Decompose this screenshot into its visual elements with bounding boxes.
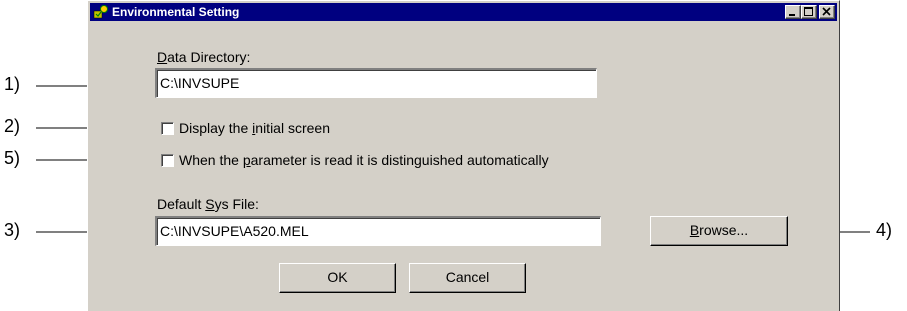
callout-3: 3) xyxy=(4,220,21,240)
minimize-icon xyxy=(789,14,795,16)
browse-accesskey: B xyxy=(689,222,700,238)
callout-1: 1) xyxy=(4,74,21,94)
ok-button[interactable]: OK xyxy=(279,263,396,293)
auto-distinguish-checkbox[interactable] xyxy=(161,154,174,167)
sys-file-input[interactable]: C:\INVSUPE\A520.MEL xyxy=(155,216,601,246)
browse-label: rowse... xyxy=(699,222,749,238)
auto-distinguish-label-b: arameter is read it is distinguished aut… xyxy=(250,152,549,168)
auto-distinguish-label[interactable]: When the parameter is read it is disting… xyxy=(179,152,549,168)
maximize-button[interactable] xyxy=(801,5,817,19)
close-button[interactable] xyxy=(819,5,835,19)
maximize-icon xyxy=(804,7,813,16)
data-directory-label-text: ata Directory: xyxy=(167,49,251,65)
data-directory-input[interactable]: C:\INVSUPE xyxy=(155,68,597,98)
data-directory-label: Data Directory: xyxy=(157,49,250,65)
minimize-button[interactable] xyxy=(785,5,801,19)
browse-button[interactable]: Browse... xyxy=(650,216,788,246)
title-bar[interactable]: Environmental Setting xyxy=(90,3,837,21)
app-icon xyxy=(93,5,108,19)
callout-4: 4) xyxy=(876,220,893,240)
initial-screen-label[interactable]: Display the initial screen xyxy=(179,120,330,136)
close-icon xyxy=(822,7,831,16)
sys-file-label-b: ys File: xyxy=(214,196,259,212)
initial-screen-label-a: Display the xyxy=(179,120,253,136)
initial-screen-checkbox[interactable] xyxy=(161,122,174,135)
sys-file-label: Default Sys File: xyxy=(157,196,259,212)
sys-file-label-a: Default xyxy=(157,196,206,212)
callout-2: 2) xyxy=(4,116,21,136)
callout-5: 5) xyxy=(4,148,21,168)
window-title: Environmental Setting xyxy=(112,5,240,19)
sys-file-accesskey: S xyxy=(205,196,215,212)
initial-screen-label-b: nitial screen xyxy=(255,120,330,136)
sys-file-value: C:\INVSUPE\A520.MEL xyxy=(160,223,309,239)
auto-distinguish-accesskey: p xyxy=(242,152,251,168)
auto-distinguish-label-a: When the xyxy=(179,152,243,168)
cancel-button[interactable]: Cancel xyxy=(409,263,526,293)
data-directory-accesskey: D xyxy=(157,49,168,65)
data-directory-value: C:\INVSUPE xyxy=(160,75,240,91)
